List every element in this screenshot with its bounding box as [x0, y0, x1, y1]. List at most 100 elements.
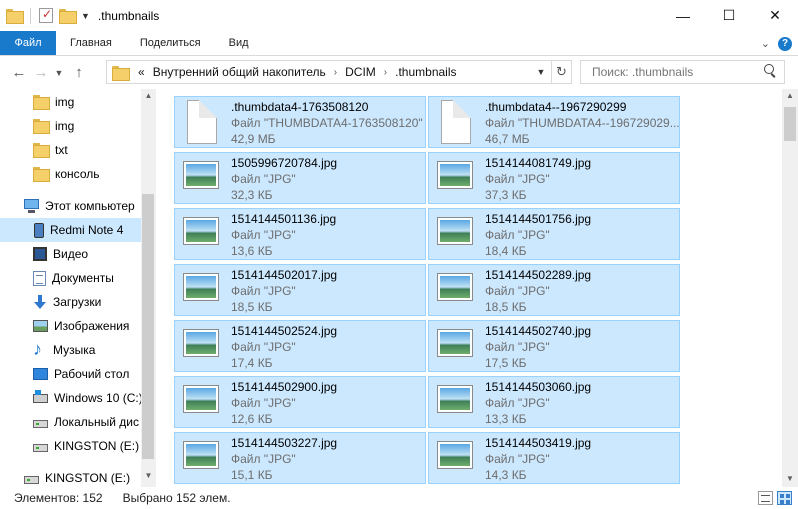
tiles-view-icon[interactable]: [777, 491, 792, 505]
breadcrumb-thumbnails[interactable]: .thumbnails: [395, 65, 456, 79]
file-type: Файл "JPG": [485, 228, 550, 242]
file-list-scrollbar-thumb[interactable]: [784, 107, 796, 141]
sidebar-item-this-pc[interactable]: Этот компьютер: [0, 194, 141, 218]
sidebar-item-redmi-note-4[interactable]: Redmi Note 4: [0, 218, 141, 242]
file-item[interactable]: 1505996720784.jpg Файл "JPG" 32,3 КБ: [174, 152, 426, 204]
sidebar-scrollbar-thumb[interactable]: [142, 194, 154, 459]
file-size: 18,5 КБ: [231, 300, 273, 314]
recent-locations-chevron-icon[interactable]: ▼: [52, 62, 66, 84]
sidebar-item-label: Этот компьютер: [45, 199, 135, 213]
address-history-chevron-icon[interactable]: ▼: [533, 61, 549, 83]
file-type: Файл "THUMBDATA4-1763508120": [231, 116, 423, 130]
forward-arrow-icon[interactable]: →: [30, 62, 52, 84]
file-item[interactable]: 1514144503419.jpg Файл "JPG" 14,3 КБ: [428, 432, 680, 484]
maximize-button[interactable]: ☐: [706, 0, 752, 31]
sidebar-item-music[interactable]: Музыка: [0, 338, 141, 362]
search-box[interactable]: [580, 60, 785, 84]
file-type: Файл "JPG": [485, 396, 550, 410]
scroll-down-chevron-icon[interactable]: ▼: [782, 474, 798, 486]
file-name: 1514144081749.jpg: [485, 156, 592, 170]
file-size: 32,3 КБ: [231, 188, 273, 202]
file-type: Файл "JPG": [485, 284, 550, 298]
sidebar-item-label: KINGSTON (E:): [54, 439, 140, 453]
selection-count: Выбрано 152 элем.: [122, 491, 231, 505]
folder-icon: [33, 119, 50, 134]
address-bar[interactable]: « Внутренний общий накопитель › DCIM › .…: [106, 60, 572, 84]
sidebar-item-txt[interactable]: txt: [0, 138, 141, 162]
tab-home[interactable]: Главная: [56, 31, 126, 55]
image-thumbnail-icon: [437, 273, 473, 301]
expand-ribbon-chevron-icon[interactable]: ⌄: [761, 37, 770, 50]
search-input[interactable]: [581, 65, 761, 79]
scroll-up-chevron-icon[interactable]: ▲: [141, 91, 156, 103]
customize-toolbar-chevron-icon[interactable]: ▼: [81, 11, 90, 21]
file-item[interactable]: 1514144081749.jpg Файл "JPG" 37,3 КБ: [428, 152, 680, 204]
sidebar-item-video[interactable]: Видео: [0, 242, 141, 266]
minimize-button[interactable]: —: [660, 0, 706, 31]
sidebar-item-desktop[interactable]: Рабочий стол: [0, 362, 141, 386]
sidebar-item-img[interactable]: img: [0, 90, 141, 114]
breadcrumb-separator-icon[interactable]: ›: [384, 67, 387, 78]
file-item[interactable]: 1514144502017.jpg Файл "JPG" 18,5 КБ: [174, 264, 426, 316]
file-type: Файл "JPG": [231, 396, 296, 410]
back-arrow-icon[interactable]: ←: [8, 62, 30, 84]
tab-share[interactable]: Поделиться: [126, 31, 215, 55]
file-name: 1514144502900.jpg: [231, 380, 338, 394]
properties-icon[interactable]: [39, 7, 53, 23]
file-item[interactable]: 1514144501136.jpg Файл "JPG" 13,6 КБ: [174, 208, 426, 260]
folder-icon: [112, 65, 130, 81]
file-type: Файл "JPG": [485, 172, 550, 186]
sidebar-item-label: Музыка: [53, 343, 96, 357]
breadcrumb-separator-icon[interactable]: ›: [334, 67, 337, 78]
file-type: Файл "JPG": [231, 340, 296, 354]
file-item[interactable]: 1514144502740.jpg Файл "JPG" 17,5 КБ: [428, 320, 680, 372]
folder-icon: [6, 9, 24, 24]
file-item[interactable]: 1514144501756.jpg Файл "JPG" 18,4 КБ: [428, 208, 680, 260]
file-item[interactable]: 1514144502289.jpg Файл "JPG" 18,5 КБ: [428, 264, 680, 316]
close-button[interactable]: ✕: [752, 0, 798, 31]
new-folder-icon[interactable]: [59, 9, 77, 24]
image-thumbnail-icon: [183, 161, 219, 189]
window-title: .thumbnails: [97, 8, 160, 23]
file-item[interactable]: .thumbdata4-1763508120 Файл "THUMBDATA4-1…: [174, 96, 426, 148]
sidebar-item-label: Windows 10 (C:): [54, 391, 141, 405]
up-arrow-icon[interactable]: ↑: [68, 62, 90, 84]
navigation-pane: img img txt консоль Этот компьютер Redmi…: [0, 89, 156, 487]
help-icon[interactable]: ?: [778, 36, 792, 51]
file-item[interactable]: 1514144503060.jpg Файл "JPG" 13,3 КБ: [428, 376, 680, 428]
tab-view[interactable]: Вид: [215, 31, 263, 55]
file-item[interactable]: 1514144502900.jpg Файл "JPG" 12,6 КБ: [174, 376, 426, 428]
sidebar-item-local-disk[interactable]: Локальный дис: [0, 410, 141, 434]
sidebar-item-kingston[interactable]: KINGSTON (E:): [0, 434, 141, 458]
scroll-down-chevron-icon[interactable]: ▼: [141, 471, 156, 483]
sidebar-item-pictures[interactable]: Изображения: [0, 314, 141, 338]
sidebar-item-console[interactable]: консоль: [0, 162, 141, 186]
sidebar-item-img[interactable]: img: [0, 114, 141, 138]
file-type: Файл "JPG": [231, 228, 296, 242]
folder-icon: [33, 143, 50, 158]
sidebar-item-label: Загрузки: [53, 295, 102, 309]
file-item[interactable]: 1514144502524.jpg Файл "JPG" 17,4 КБ: [174, 320, 426, 372]
breadcrumb-internal-storage[interactable]: Внутренний общий накопитель: [153, 65, 326, 79]
sidebar-item-documents[interactable]: Документы: [0, 266, 141, 290]
sidebar-item-label: Изображения: [54, 319, 130, 333]
details-view-icon[interactable]: [758, 491, 773, 505]
image-thumbnail-icon: [183, 329, 219, 357]
refresh-icon[interactable]: ↻: [551, 61, 571, 83]
search-icon[interactable]: [764, 64, 776, 76]
sidebar-item-windows-drive[interactable]: Windows 10 (C:): [0, 386, 141, 410]
sidebar-item-kingston[interactable]: KINGSTON (E:): [0, 466, 141, 487]
file-list-scrollbar[interactable]: [782, 89, 798, 487]
file-type: Файл "JPG": [231, 172, 296, 186]
file-type: Файл "JPG": [485, 452, 550, 466]
file-icon: [441, 100, 471, 144]
file-item[interactable]: 1514144503227.jpg Файл "JPG" 15,1 КБ: [174, 432, 426, 484]
breadcrumb-dcim[interactable]: DCIM: [345, 65, 376, 79]
tab-file[interactable]: Файл: [0, 31, 56, 55]
sidebar-item-label: Рабочий стол: [54, 367, 130, 381]
scroll-up-chevron-icon[interactable]: ▲: [782, 91, 798, 103]
file-size: 17,5 КБ: [485, 356, 527, 370]
file-item[interactable]: .thumbdata4--1967290299 Файл "THUMBDATA4-…: [428, 96, 680, 148]
sidebar-item-downloads[interactable]: Загрузки: [0, 290, 141, 314]
breadcrumb-overflow[interactable]: «: [138, 65, 145, 79]
